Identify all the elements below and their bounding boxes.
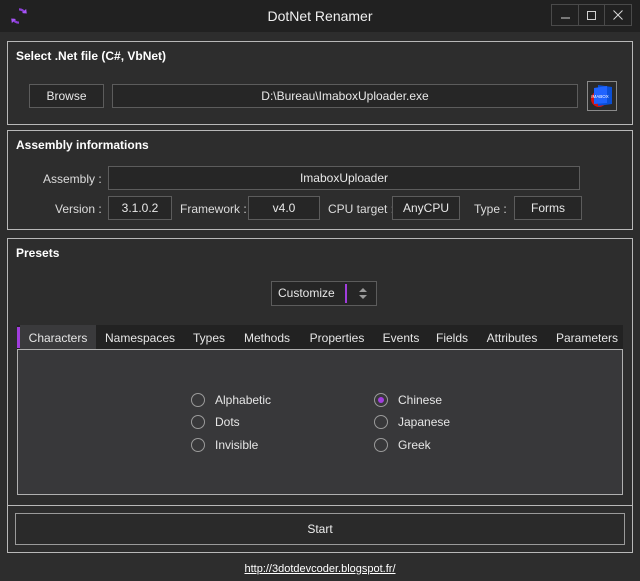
- radio-greek[interactable]: Greek: [374, 438, 431, 452]
- start-button[interactable]: Start: [15, 513, 625, 545]
- assembly-label: Assembly :: [43, 172, 102, 186]
- tab-content-panel: [17, 349, 623, 495]
- version-label: Version :: [55, 202, 102, 216]
- imabox-app-icon: IMABOX: [587, 81, 617, 111]
- cpu-target-input[interactable]: AnyCPU: [392, 196, 460, 220]
- active-tab-accent: [17, 327, 20, 348]
- tab-attributes[interactable]: Attributes: [476, 325, 548, 350]
- radio-label: Greek: [398, 438, 431, 452]
- radio-circle-icon[interactable]: [191, 415, 205, 429]
- preset-combobox[interactable]: Customize: [271, 281, 377, 306]
- tab-methods[interactable]: Methods: [234, 325, 300, 350]
- blog-link[interactable]: http://3dotdevcoder.blogspot.fr/: [244, 563, 395, 575]
- tab-label: Characters: [28, 330, 88, 345]
- tab-label: Events: [382, 330, 420, 345]
- presets-group-title: Presets: [16, 246, 60, 260]
- tab-fields[interactable]: Fields: [428, 325, 476, 350]
- tab-parameters[interactable]: Parameters: [548, 325, 626, 350]
- tab-characters[interactable]: Characters: [20, 325, 96, 350]
- file-path-input[interactable]: D:\Bureau\ImaboxUploader.exe: [112, 84, 578, 108]
- radio-invisible[interactable]: Invisible: [191, 438, 258, 452]
- tab-label: Methods: [243, 330, 291, 345]
- version-input[interactable]: 3.1.0.2: [108, 196, 172, 220]
- framework-label: Framework :: [180, 202, 247, 216]
- chevron-up-icon[interactable]: [359, 288, 367, 292]
- assembly-group-title: Assembly informations: [16, 138, 149, 152]
- tab-strip: Characters Namespaces Types Methods Properti…: [17, 325, 623, 350]
- tab-events[interactable]: Events: [374, 325, 428, 350]
- tab-types[interactable]: Types: [184, 325, 234, 350]
- window-title: DotNet Renamer: [267, 8, 373, 24]
- framework-input[interactable]: v4.0: [248, 196, 320, 220]
- footer: http://3dotdevcoder.blogspot.fr/: [0, 556, 640, 581]
- select-file-group: Select .Net file (C#, VbNet): [7, 41, 633, 125]
- radio-label: Chinese: [398, 393, 443, 407]
- type-label: Type :: [474, 202, 507, 216]
- tab-label: Namespaces: [104, 330, 176, 345]
- svg-text:IMABOX: IMABOX: [591, 94, 609, 99]
- radio-label: Alphabetic: [215, 393, 272, 407]
- radio-chinese[interactable]: Chinese: [374, 393, 442, 407]
- radio-japanese[interactable]: Japanese: [374, 415, 450, 429]
- tab-label: Parameters: [555, 330, 619, 345]
- combobox-spinner[interactable]: [351, 283, 375, 304]
- browse-button[interactable]: Browse: [29, 84, 104, 108]
- close-icon[interactable]: [605, 4, 632, 26]
- radio-label: Japanese: [398, 415, 451, 429]
- tab-properties[interactable]: Properties: [300, 325, 374, 350]
- preset-combobox-value: Customize: [278, 286, 335, 300]
- type-input[interactable]: Forms: [514, 196, 582, 220]
- tab-namespaces[interactable]: Namespaces: [96, 325, 184, 350]
- chevron-down-icon[interactable]: [359, 295, 367, 299]
- assembly-name-input[interactable]: ImaboxUploader: [108, 166, 580, 190]
- radio-label: Invisible: [215, 438, 259, 452]
- select-file-group-title: Select .Net file (C#, VbNet): [16, 49, 167, 63]
- radio-alphabetic[interactable]: Alphabetic: [191, 393, 271, 407]
- tab-label: Properties: [309, 330, 365, 345]
- radio-selected-dot: [378, 397, 384, 403]
- radio-dots[interactable]: Dots: [191, 415, 240, 429]
- radio-circle-icon[interactable]: [191, 438, 205, 452]
- tab-label: Fields: [436, 330, 469, 345]
- maximize-icon[interactable]: [578, 4, 605, 26]
- tab-label: Attributes: [486, 330, 538, 345]
- title-bar: DotNet Renamer: [0, 0, 640, 32]
- radio-circle-icon[interactable]: [374, 393, 388, 407]
- cpu-target-label: CPU target :: [328, 202, 395, 216]
- combobox-separator: [345, 284, 347, 303]
- minimize-icon[interactable]: [551, 4, 578, 26]
- radio-circle-icon[interactable]: [191, 393, 205, 407]
- radio-label: Dots: [215, 415, 240, 429]
- radio-circle-icon[interactable]: [374, 438, 388, 452]
- tab-label: Types: [193, 330, 226, 345]
- radio-circle-icon[interactable]: [374, 415, 388, 429]
